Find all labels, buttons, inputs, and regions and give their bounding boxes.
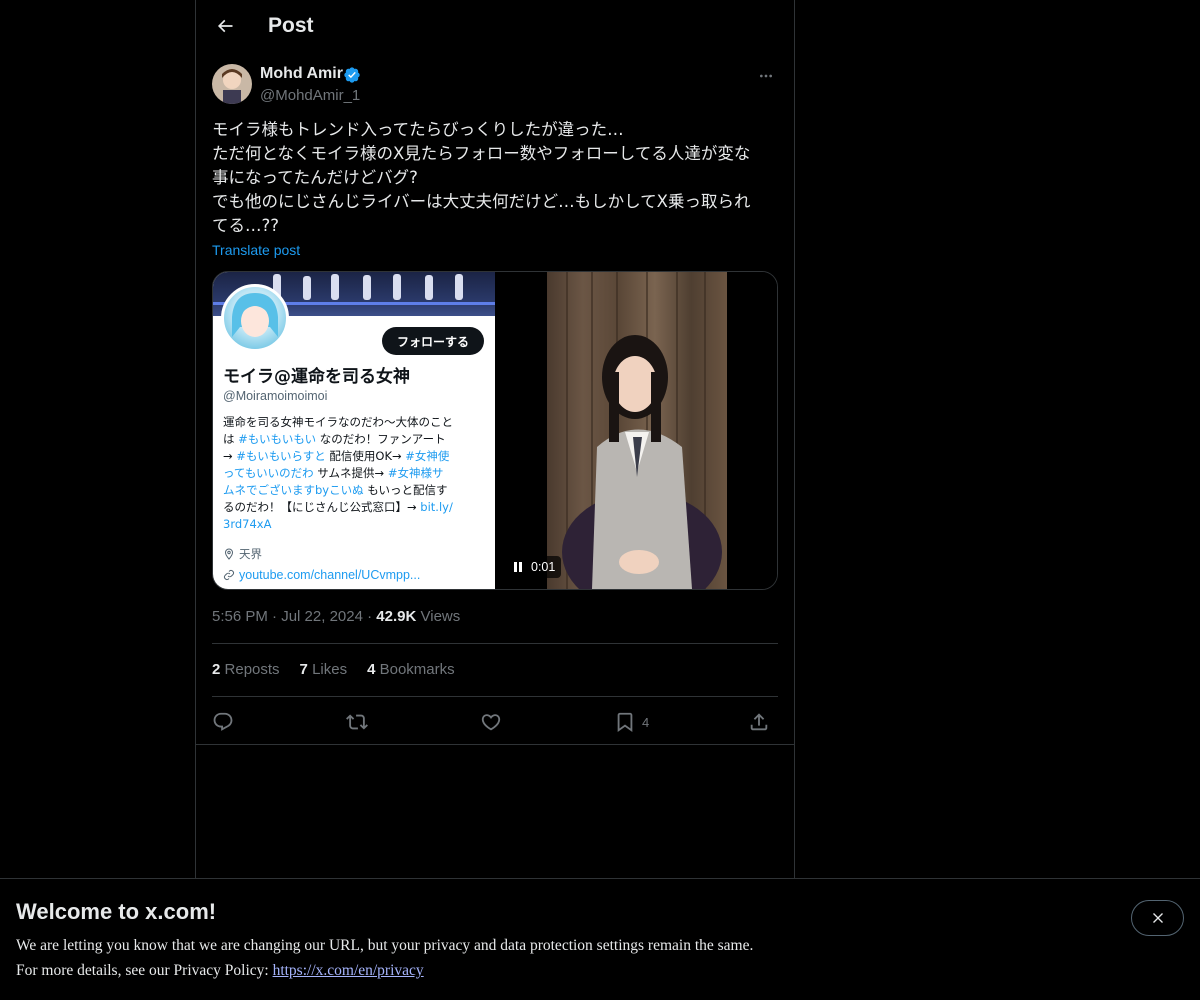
likes-label: Likes — [312, 661, 348, 678]
video-controls[interactable]: 0:01 — [507, 556, 562, 578]
share-icon — [750, 713, 768, 731]
likes-stat[interactable]: 7 Likes — [300, 661, 348, 678]
card-bio-hashtag: #もいもいもい — [238, 432, 317, 446]
post-stats: 2 Reposts 7 Likes 4 Bookmarks — [212, 661, 455, 678]
repost-button[interactable] — [346, 710, 368, 734]
heart-icon — [481, 714, 501, 731]
card-bio-text: もいっと配信す — [363, 483, 448, 497]
bookmarks-label: Bookmarks — [379, 661, 455, 678]
bookmark-button[interactable]: 4 — [614, 710, 649, 734]
url-change-banner: Welcome to x.com! We are letting you kno… — [0, 878, 1200, 1000]
translate-post-link[interactable]: Translate post — [212, 242, 300, 258]
avatar[interactable] — [212, 64, 252, 104]
bookmark-icon — [617, 712, 633, 733]
card-bio-text: サムネ提供→ — [313, 466, 388, 480]
post-date[interactable]: Jul 22, 2024 — [281, 608, 363, 625]
more-options-button[interactable] — [754, 64, 778, 88]
verified-badge-icon — [344, 67, 360, 83]
reposts-label: Reposts — [224, 661, 280, 678]
card-location: 天界 — [223, 546, 262, 562]
card-follow-button: フォローする — [382, 327, 484, 355]
divider — [212, 696, 778, 697]
reply-button[interactable] — [212, 710, 234, 734]
share-button[interactable] — [748, 710, 770, 734]
reply-icon — [213, 712, 233, 731]
card-bio-hashtag: #もいもいらすと — [236, 449, 326, 463]
card-bio-hashtag: ってもいいのだわ — [223, 466, 314, 480]
bookmark-count: 4 — [642, 714, 650, 730]
card-bio-text: るのだわ！【にじさんじ公式窓口】→ — [223, 500, 421, 514]
bookmarks-count: 4 — [367, 661, 376, 678]
card-bio: 運命を司る女神モイラなのだわ〜大体のこと は #もいもいもい なのだわ！ファンア… — [223, 414, 485, 533]
card-bio-hashtag: ムネでございますbyこいぬ — [223, 483, 364, 497]
card-bio-text: は — [223, 432, 239, 446]
page-title: Post — [268, 14, 314, 37]
post-text-line: でも他のにじさんじライバーは大丈夫何だけど…もしかしてX乗っ取られ — [212, 192, 751, 211]
card-location-text: 天界 — [239, 547, 262, 561]
video-still — [547, 272, 727, 589]
card-avatar — [221, 284, 289, 352]
reposts-stat[interactable]: 2 Reposts — [212, 661, 280, 678]
divider — [196, 744, 794, 745]
post-meta: 5:56 PM · Jul 22, 2024 · 42.9K Views — [212, 608, 460, 625]
card-bio-hashtag: #女神使 — [405, 449, 450, 463]
bookmarks-stat[interactable]: 4 Bookmarks — [367, 661, 455, 678]
card-bio-link: 3rd74xA — [223, 517, 272, 531]
card-link: youtube.com/channel/UCvmpp... — [223, 568, 420, 582]
post-text: モイラ様もトレンド入ってたらびっくりしたが違った… ただ何となくモイラ様のX見た… — [212, 118, 778, 238]
banner-text-2: For more details, see our Privacy Policy… — [16, 962, 424, 980]
like-button[interactable] — [480, 710, 502, 734]
card-link-text: youtube.com/channel/UCvmpp... — [239, 568, 421, 582]
views-label: Views — [420, 608, 461, 625]
card-name: モイラ@運命を司る女神 — [223, 367, 410, 387]
author-handle[interactable]: @MohdAmir_1 — [260, 87, 360, 104]
reposts-count: 2 — [212, 661, 221, 678]
pause-icon — [514, 562, 522, 572]
post-time[interactable]: 5:56 PM — [212, 608, 268, 625]
likes-count: 7 — [299, 661, 308, 678]
back-button[interactable] — [208, 9, 242, 43]
profile-card-screenshot: フォローする モイラ@運命を司る女神 @Moiramoimoimoi 運命を司る… — [213, 272, 495, 589]
author-name[interactable]: Mohd Amir — [260, 65, 343, 83]
post-author: Mohd Amir @MohdAmir_1 — [212, 64, 778, 108]
banner-text: We are letting you know that we are chan… — [16, 937, 754, 954]
close-banner-button[interactable] — [1131, 900, 1184, 936]
divider — [212, 643, 778, 644]
card-bio-text: 配信使用OK→ — [325, 449, 406, 463]
post-actions: 4 — [212, 706, 778, 738]
post-text-line: ただ何となくモイラ様のX見たらフォロー数やフォローしてる人達が変な — [212, 144, 751, 163]
post-text-line: てる…?? — [212, 216, 280, 235]
post-text-line: モイラ様もトレンド入ってたらびっくりしたが違った… — [212, 120, 624, 139]
views-count: 42.9K — [376, 608, 417, 625]
video-time: 0:01 — [531, 560, 556, 574]
location-pin-icon — [224, 548, 234, 560]
link-icon — [224, 570, 234, 580]
card-bio-text: → — [223, 449, 237, 463]
card-bio-text: なのだわ！ファンアート — [316, 432, 446, 446]
arrow-left-icon — [217, 19, 233, 33]
post-text-line: 事になってたんだけどバグ? — [212, 168, 418, 187]
privacy-policy-link[interactable]: https://x.com/en/privacy — [273, 962, 424, 979]
card-bio-link: bit.ly/ — [420, 500, 453, 514]
post-header: Post — [196, 0, 794, 53]
video-frame-area: 0:01 — [495, 272, 777, 589]
meta-separator: · — [367, 608, 373, 625]
close-icon — [1152, 913, 1163, 923]
post-column: Post Mohd Amir @MohdAmir_1 モイラ様もトレンド入ってた… — [195, 0, 795, 878]
card-bio-text: 運命を司る女神モイラなのだわ〜大体のこと — [223, 415, 453, 429]
more-icon — [760, 74, 772, 78]
banner-title: Welcome to x.com! — [16, 899, 217, 924]
meta-separator: · — [272, 608, 278, 625]
card-bio-hashtag: #女神様サ — [387, 466, 444, 480]
banner-text-prefix: For more details, see our Privacy Policy… — [16, 962, 273, 979]
repost-icon — [346, 714, 368, 730]
post-video[interactable]: フォローする モイラ@運命を司る女神 @Moiramoimoimoi 運命を司る… — [212, 271, 778, 590]
card-handle: @Moiramoimoimoi — [223, 389, 328, 403]
